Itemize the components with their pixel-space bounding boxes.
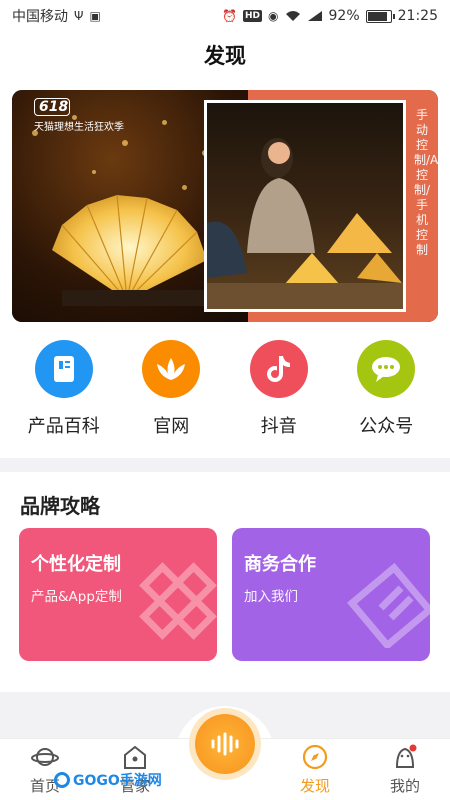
banner-side-text: 手动控制/AI控制/手机控制 (414, 108, 438, 257)
page-title: 发现 (204, 44, 246, 68)
watermark-logo-icon (54, 772, 70, 788)
promo-banner[interactable]: 618 天猫理想生活狂欢季 手动控制/AI控制/手机控制 (12, 90, 438, 322)
pencil-ruler-icon (139, 562, 217, 640)
status-right: ⏰ HD ◉ 92% 21:25 (222, 8, 438, 24)
clock: 21:25 (397, 8, 438, 24)
handshake-icon (347, 562, 430, 648)
battery-percent: 92% (328, 8, 360, 24)
voice-wave-icon (211, 732, 239, 756)
logo-subtitle: 天猫理想生活狂欢季 (34, 122, 124, 133)
lotus-icon (142, 340, 201, 398)
planet-icon (31, 743, 59, 771)
quick-links: 产品百科 官网 抖音 公众号 (0, 340, 450, 438)
customization-card[interactable]: 个性化定制 产品&App定制 (19, 528, 217, 661)
quick-link-douyin[interactable]: 抖音 (229, 340, 329, 438)
nav-profile[interactable]: 我的 (365, 743, 445, 796)
card-title: 商务合作 (244, 554, 316, 575)
profile-icon (391, 743, 419, 771)
brand-section-title: 品牌攻略 (20, 494, 100, 518)
card-subtitle: 产品&App定制 (31, 589, 122, 605)
quick-link-label: 抖音 (260, 416, 297, 437)
house-icon (121, 743, 149, 771)
quick-link-website[interactable]: 官网 (121, 340, 221, 438)
watermark: GOGO手游网 (54, 770, 162, 790)
banner-photo (207, 103, 403, 309)
banner-photo-frame (204, 100, 406, 312)
quick-link-encyclopedia[interactable]: 产品百科 (14, 340, 114, 438)
quick-link-label: 产品百科 (27, 416, 100, 437)
status-left: 中国移动 Ψ ▣ (12, 6, 101, 26)
brand-logo: 618 天猫理想生活狂欢季 (34, 98, 124, 133)
card-subtitle: 加入我们 (244, 589, 298, 605)
nav-discover[interactable]: 发现 (275, 743, 355, 796)
business-card[interactable]: 商务合作 加入我们 (232, 528, 430, 661)
book-icon (34, 340, 93, 398)
status-bar: 中国移动 Ψ ▣ ⏰ HD ◉ 92% 21:25 (0, 0, 450, 32)
tiktok-icon (249, 340, 308, 398)
book-lamp-graphic (52, 194, 212, 306)
battery-icon (365, 9, 395, 23)
logo-618: 618 (34, 98, 70, 116)
usb-icon: Ψ (74, 9, 84, 23)
quick-link-label: 官网 (153, 416, 190, 437)
section-divider (0, 458, 450, 472)
notification-icon: ▣ (89, 9, 101, 23)
eye-icon: ◉ (268, 9, 279, 23)
nav-label: 我的 (389, 777, 420, 795)
alarm-icon: ⏰ (222, 9, 238, 23)
quick-link-label: 公众号 (359, 416, 414, 437)
wechat-icon (357, 340, 416, 398)
wifi-icon (285, 10, 301, 22)
nav-label: 发现 (299, 777, 330, 795)
voice-button[interactable] (195, 714, 255, 774)
compass-icon (301, 743, 329, 771)
quick-link-wechat[interactable]: 公众号 (336, 340, 436, 438)
card-title: 个性化定制 (31, 554, 121, 575)
carrier-label: 中国移动 (12, 9, 68, 25)
signal-icon (307, 10, 323, 22)
watermark-text: GOGO手游网 (73, 773, 162, 789)
hd-icon: HD (243, 10, 263, 22)
